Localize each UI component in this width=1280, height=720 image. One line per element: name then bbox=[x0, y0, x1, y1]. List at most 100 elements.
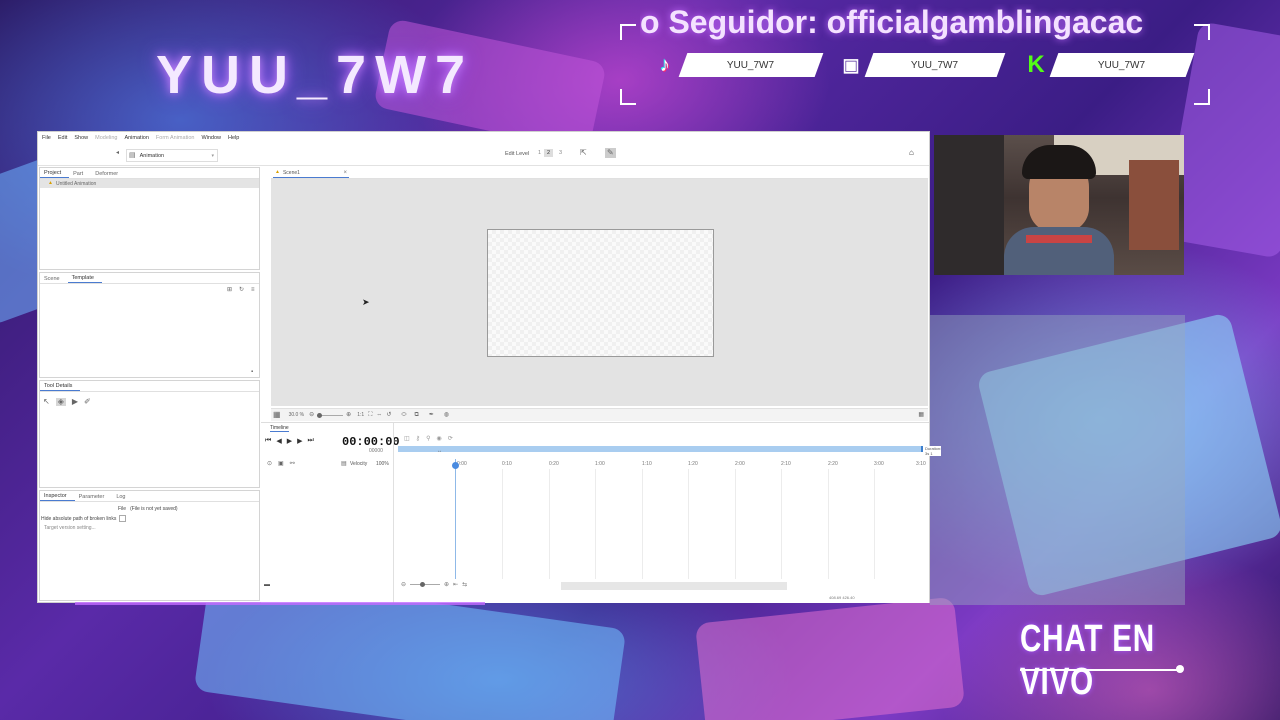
timeline-panel: Timeline ⏮ ◀ ▶ ▶ ⏭ 00:00:00 00000 ⊙ ▣ ⚯ … bbox=[261, 422, 942, 603]
link-icon[interactable]: ⚯ bbox=[290, 460, 295, 467]
tab-inspector[interactable]: Inspector bbox=[40, 493, 75, 501]
tick-label: 2:00 bbox=[735, 461, 745, 467]
mesh-edit-icon[interactable]: ✎ bbox=[605, 148, 616, 158]
timeline-tool-icon[interactable]: ◫ bbox=[404, 435, 410, 442]
animator-window: File Edit Show Modeling Animation Form A… bbox=[37, 131, 942, 603]
folder-icon[interactable]: ▬ bbox=[264, 582, 270, 588]
zoom-slider[interactable] bbox=[317, 412, 344, 418]
panel-options-icon[interactable]: ▪ bbox=[251, 369, 253, 375]
menu-window[interactable]: Window bbox=[201, 135, 221, 141]
menu-form-animation[interactable]: Form Animation bbox=[156, 135, 195, 141]
grid-layout-icon[interactable]: ▦ bbox=[918, 412, 924, 418]
current-time: 00:00:00 bbox=[342, 435, 400, 449]
range-left-arrow-icon[interactable]: ↔ bbox=[437, 448, 442, 454]
frame-corner-icon bbox=[1194, 24, 1210, 40]
guide-icon[interactable]: ◍ bbox=[444, 412, 449, 418]
current-frame: 00000 bbox=[369, 448, 383, 454]
mouse-cursor-icon: ➤ bbox=[362, 297, 370, 307]
canvas-document[interactable] bbox=[487, 229, 714, 357]
range-end-handle[interactable] bbox=[921, 446, 923, 452]
velocity-value[interactable]: 100% bbox=[376, 461, 389, 467]
menu-icon[interactable]: ≡ bbox=[251, 287, 255, 293]
tab-scene[interactable]: Scene bbox=[40, 276, 68, 283]
timeline-zoom-bar: ⊖ ⊕ ⇤ ⇆ bbox=[401, 581, 467, 588]
edit-level-2[interactable]: 2 bbox=[544, 149, 554, 157]
layer-icon[interactable]: ▣ bbox=[278, 460, 284, 467]
zoom-out-icon[interactable]: ⊖ bbox=[309, 412, 314, 418]
menu-help[interactable]: Help bbox=[228, 135, 239, 141]
record-icon[interactable]: ◉ bbox=[436, 435, 441, 442]
refresh-icon[interactable]: ↻ bbox=[239, 287, 244, 293]
menu-animation[interactable]: Animation bbox=[124, 135, 148, 141]
social-tiktok: ♪ YUU_7W7 bbox=[651, 52, 824, 78]
menu-modeling[interactable]: Modeling bbox=[95, 135, 117, 141]
tab-parameter[interactable]: Parameter bbox=[75, 494, 113, 501]
key-icon[interactable]: ⚷ bbox=[416, 435, 420, 442]
tab-template[interactable]: Template bbox=[67, 275, 102, 283]
chat-underline bbox=[1020, 669, 1180, 671]
play-tool-icon[interactable]: ▶ bbox=[72, 398, 78, 406]
loop-icon[interactable]: ⟳ bbox=[448, 435, 453, 442]
display-icon[interactable]: ⬭ bbox=[401, 412, 406, 418]
import-icon[interactable]: ⊞ bbox=[227, 287, 232, 293]
menu-show[interactable]: Show bbox=[74, 135, 88, 141]
home-icon[interactable]: ⌂ bbox=[909, 149, 914, 157]
timeline-zoom-out-icon[interactable]: ⊖ bbox=[401, 581, 406, 588]
target-version-button[interactable]: Target version setting... bbox=[44, 525, 259, 531]
playhead[interactable] bbox=[452, 459, 459, 579]
go-to-start-icon[interactable]: ⏮ bbox=[265, 437, 271, 445]
project-panel: Project Part Deformer ▲ Untitled Animati… bbox=[39, 167, 260, 270]
timeline-zoom-slider[interactable] bbox=[410, 582, 441, 587]
tab-scene1[interactable]: ▲ Scene1 × bbox=[273, 168, 349, 178]
tab-part[interactable]: Part bbox=[69, 171, 91, 178]
edit-level-1[interactable]: 1 bbox=[536, 150, 543, 156]
tab-project[interactable]: Project bbox=[40, 170, 70, 178]
edit-level-3[interactable]: 3 bbox=[557, 150, 564, 156]
timeline-grid[interactable] bbox=[455, 469, 925, 579]
menu-file[interactable]: File bbox=[42, 135, 51, 141]
fit-screen-icon[interactable]: ⛶ bbox=[368, 412, 372, 418]
onion-skin-icon[interactable]: ⧉ bbox=[415, 412, 419, 418]
zoom-in-icon[interactable]: ⊕ bbox=[346, 412, 351, 418]
rotate-icon[interactable]: ↺ bbox=[386, 412, 391, 418]
timeline-zoom-in-icon[interactable]: ⊕ bbox=[444, 581, 449, 588]
tab-log[interactable]: Log bbox=[112, 494, 133, 501]
tick-label: 0:10 bbox=[502, 461, 512, 467]
play-icon[interactable]: ▶ bbox=[287, 437, 292, 445]
chat-panel bbox=[930, 315, 1185, 605]
arrow-tool-icon[interactable]: ↖ bbox=[43, 398, 50, 406]
timeline-scrollbar[interactable] bbox=[561, 582, 787, 590]
follower-ticker: o Seguidor: officialgamblingacac bbox=[640, 4, 1144, 40]
pin-icon[interactable]: ⚲ bbox=[426, 435, 430, 442]
tab-deformer[interactable]: Deformer bbox=[91, 171, 126, 178]
select-arrow-icon[interactable]: ⇱ bbox=[580, 149, 587, 157]
transparency-grid-icon[interactable]: ▦ bbox=[273, 411, 281, 419]
tick-label: 3:10 bbox=[916, 461, 926, 467]
step-forward-icon[interactable]: ▶ bbox=[297, 437, 302, 445]
close-icon[interactable]: × bbox=[343, 170, 347, 176]
flip-icon[interactable]: ⇔ bbox=[376, 412, 382, 418]
brush-tool-icon[interactable]: ✐ bbox=[84, 398, 91, 406]
timeline-zoom-handle[interactable] bbox=[420, 582, 426, 587]
menu-edit[interactable]: Edit bbox=[58, 135, 67, 141]
project-row-selected[interactable]: ▲ Untitled Animation bbox=[40, 179, 259, 188]
workspace-select[interactable]: ▤ Animation ▾ bbox=[126, 149, 218, 162]
go-to-end-icon[interactable]: ⏭ bbox=[307, 437, 313, 445]
expand-icon[interactable]: ⊙ bbox=[267, 460, 272, 467]
zoom-actual-size[interactable]: 1:1 bbox=[357, 412, 364, 418]
transform-tool-icon[interactable]: ◈ bbox=[55, 398, 66, 406]
shirt-stripe bbox=[1026, 235, 1092, 243]
timeline-nav-icon[interactable]: ⇆ bbox=[462, 581, 467, 588]
fit-timeline-icon[interactable]: ⇤ bbox=[453, 581, 458, 588]
undo-icon[interactable]: ◂ bbox=[116, 150, 119, 156]
step-back-icon[interactable]: ◀ bbox=[276, 437, 281, 445]
playhead-handle[interactable] bbox=[452, 462, 459, 469]
hide-path-checkbox[interactable] bbox=[119, 515, 127, 522]
pen-settings-icon[interactable]: ✒ bbox=[429, 412, 434, 418]
scene-file-icon: ▲ bbox=[275, 169, 280, 175]
timeline-range-bar[interactable] bbox=[398, 446, 923, 452]
zoom-slider-handle[interactable] bbox=[317, 412, 323, 418]
zoom-value[interactable]: 30.0 % bbox=[289, 412, 305, 418]
canvas-viewport[interactable]: ➤ bbox=[271, 179, 928, 406]
tiktok-icon: ♪ bbox=[660, 53, 670, 76]
